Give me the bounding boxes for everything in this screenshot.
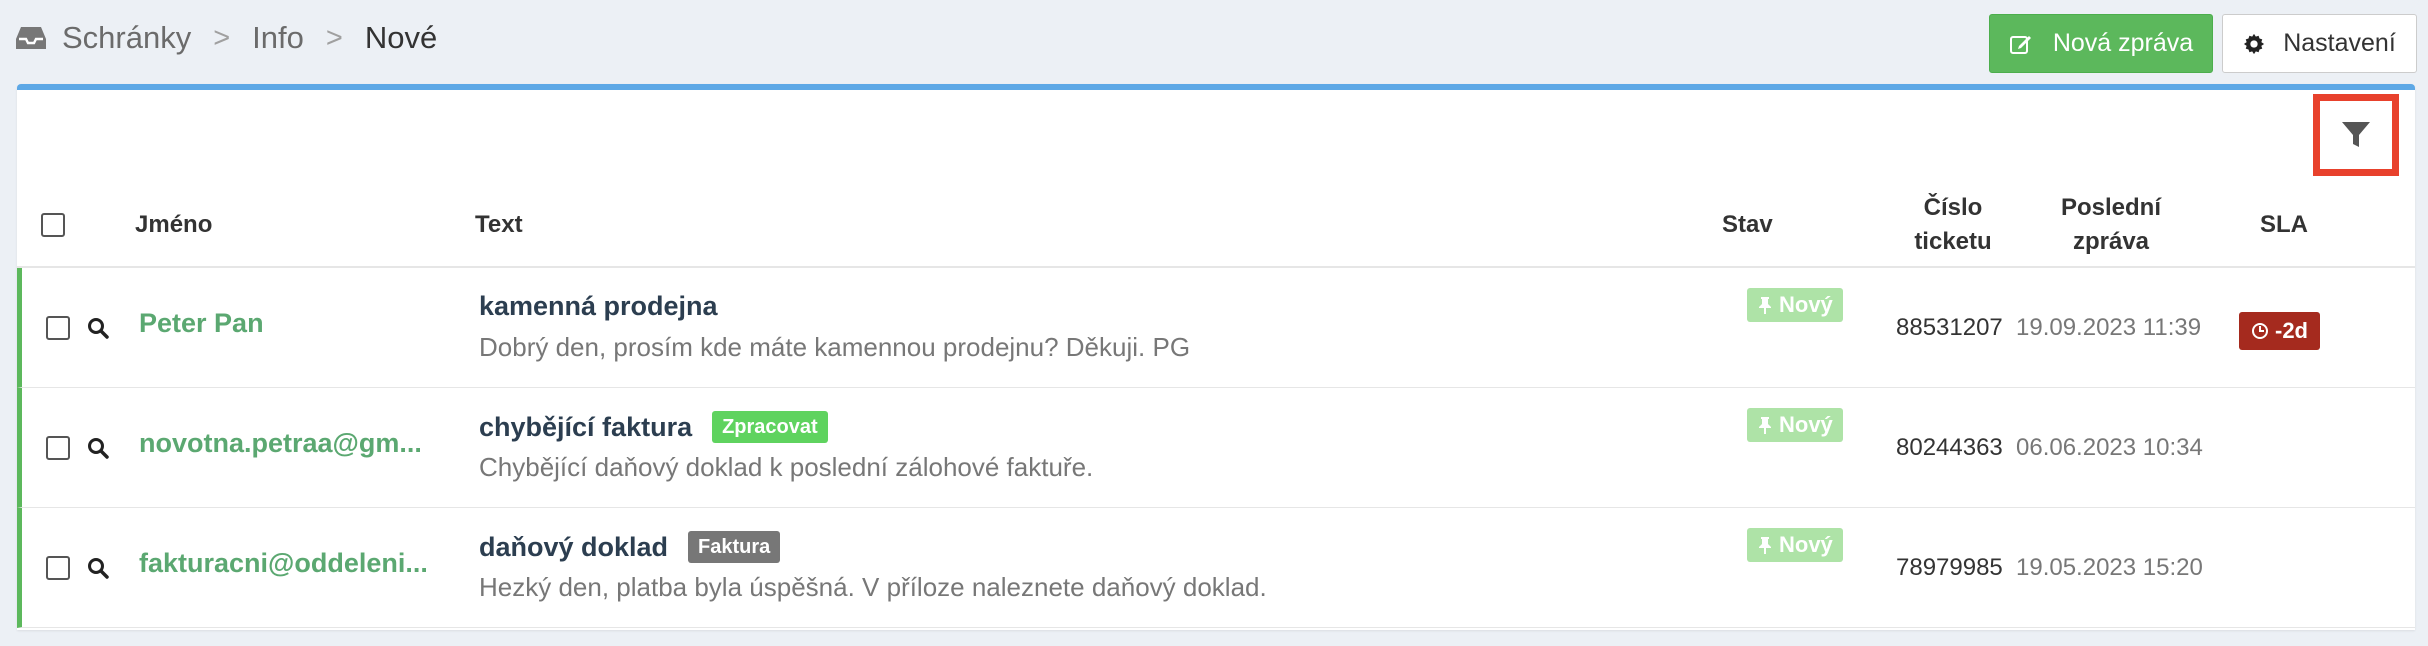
breadcrumb-item-schranky[interactable]: Schránky — [62, 20, 191, 56]
status-label: Nový — [1779, 532, 1833, 557]
row-checkbox[interactable] — [46, 316, 70, 340]
filter-button[interactable] — [2313, 94, 2399, 176]
status-badge: Nový — [1747, 288, 1843, 322]
column-header-state[interactable]: Stav — [1722, 182, 1773, 268]
row-checkbox[interactable] — [46, 436, 70, 460]
column-header-text[interactable]: Text — [475, 182, 523, 268]
sender-name-link[interactable]: Peter Pan — [139, 308, 451, 339]
gear-icon — [2243, 33, 2265, 55]
message-subject[interactable]: daňový doklad Faktura — [479, 531, 781, 563]
message-subject[interactable]: chybějící faktura Zpracovat — [479, 411, 828, 443]
column-header-last-line2: zpráva — [2072, 228, 2150, 255]
status-label: Nový — [1779, 412, 1833, 437]
ticket-number: 80244363 — [1896, 434, 2003, 461]
search-icon[interactable] — [86, 556, 110, 580]
sender-name-link[interactable]: fakturacni@oddeleni... — [139, 548, 451, 579]
pin-icon — [1757, 536, 1773, 554]
ticket-number: 88531207 — [1896, 314, 2003, 341]
status-badge: Nový — [1747, 528, 1843, 562]
table-row[interactable]: fakturacni@oddeleni... daňový doklad Fak… — [17, 508, 2415, 628]
message-preview: Hezký den, platba byla úspěšná. V příloz… — [479, 572, 1267, 602]
table-header: Jméno Text Stav Číslo ticketu Poslední z… — [17, 182, 2415, 268]
column-header-name[interactable]: Jméno — [135, 182, 212, 268]
new-message-label: Nová zpráva — [2052, 29, 2194, 57]
breadcrumb-separator: > — [213, 21, 231, 54]
search-icon[interactable] — [86, 436, 110, 460]
select-all-checkbox[interactable] — [41, 213, 65, 237]
tag-badge: Zpracovat — [712, 411, 828, 443]
sla-badge: -2d — [2239, 312, 2320, 350]
column-header-ticket[interactable]: Číslo ticketu — [1887, 182, 2019, 268]
sender-name-link[interactable]: novotna.petraa@gm... — [139, 428, 451, 459]
table-row[interactable]: novotna.petraa@gm... chybějící faktura Z… — [17, 388, 2415, 508]
last-message-date: 19.05.2023 15:20 — [2016, 554, 2203, 581]
messages-panel: Jméno Text Stav Číslo ticketu Poslední z… — [17, 84, 2415, 630]
tag-badge: Faktura — [688, 531, 781, 563]
breadcrumb-item-current: Nové — [364, 20, 438, 55]
breadcrumb-item-info[interactable]: Info — [252, 20, 304, 56]
settings-label: Nastavení — [2283, 29, 2396, 57]
new-message-button[interactable]: Nová zpráva — [1989, 14, 2213, 73]
inbox-icon — [16, 25, 46, 51]
subject-text: daňový doklad — [479, 531, 669, 562]
top-bar: Schránky > Info > Nové Nová zpráva Nasta… — [0, 0, 2428, 84]
table-row[interactable]: Peter Pan kamenná prodejna Dobrý den, pr… — [17, 268, 2415, 388]
column-header-last-message[interactable]: Poslední zpráva — [2041, 182, 2181, 268]
subject-text: chybějící faktura — [479, 411, 693, 442]
message-preview: Chybějící daňový doklad k poslední záloh… — [479, 452, 1094, 482]
pin-icon — [1757, 416, 1773, 434]
subject-text: kamenná prodejna — [479, 291, 718, 321]
status-badge: Nový — [1747, 408, 1843, 442]
last-message-date: 06.06.2023 10:34 — [2016, 434, 2203, 461]
sla-value: -2d — [2275, 318, 2308, 343]
clock-icon — [2251, 322, 2269, 340]
column-header-sla[interactable]: SLA — [2260, 182, 2308, 268]
filter-icon — [2340, 119, 2372, 151]
message-subject[interactable]: kamenná prodejna — [479, 291, 718, 322]
row-checkbox[interactable] — [46, 556, 70, 580]
settings-button[interactable]: Nastavení — [2222, 14, 2417, 73]
breadcrumb-separator: > — [325, 21, 343, 54]
message-preview: Dobrý den, prosím kde máte kamennou prod… — [479, 332, 1191, 362]
column-header-ticket-line2: ticketu — [1914, 228, 1992, 255]
column-header-last-line1: Poslední — [2060, 194, 2162, 221]
ticket-number: 78979985 — [1896, 554, 2003, 581]
last-message-date: 19.09.2023 11:39 — [2016, 314, 2202, 341]
pin-icon — [1757, 296, 1773, 314]
search-icon[interactable] — [86, 316, 110, 340]
breadcrumb: Schránky > Info > Nové — [16, 14, 437, 62]
status-label: Nový — [1779, 292, 1833, 317]
column-header-ticket-line1: Číslo — [1923, 194, 1983, 221]
edit-icon — [2009, 32, 2033, 56]
